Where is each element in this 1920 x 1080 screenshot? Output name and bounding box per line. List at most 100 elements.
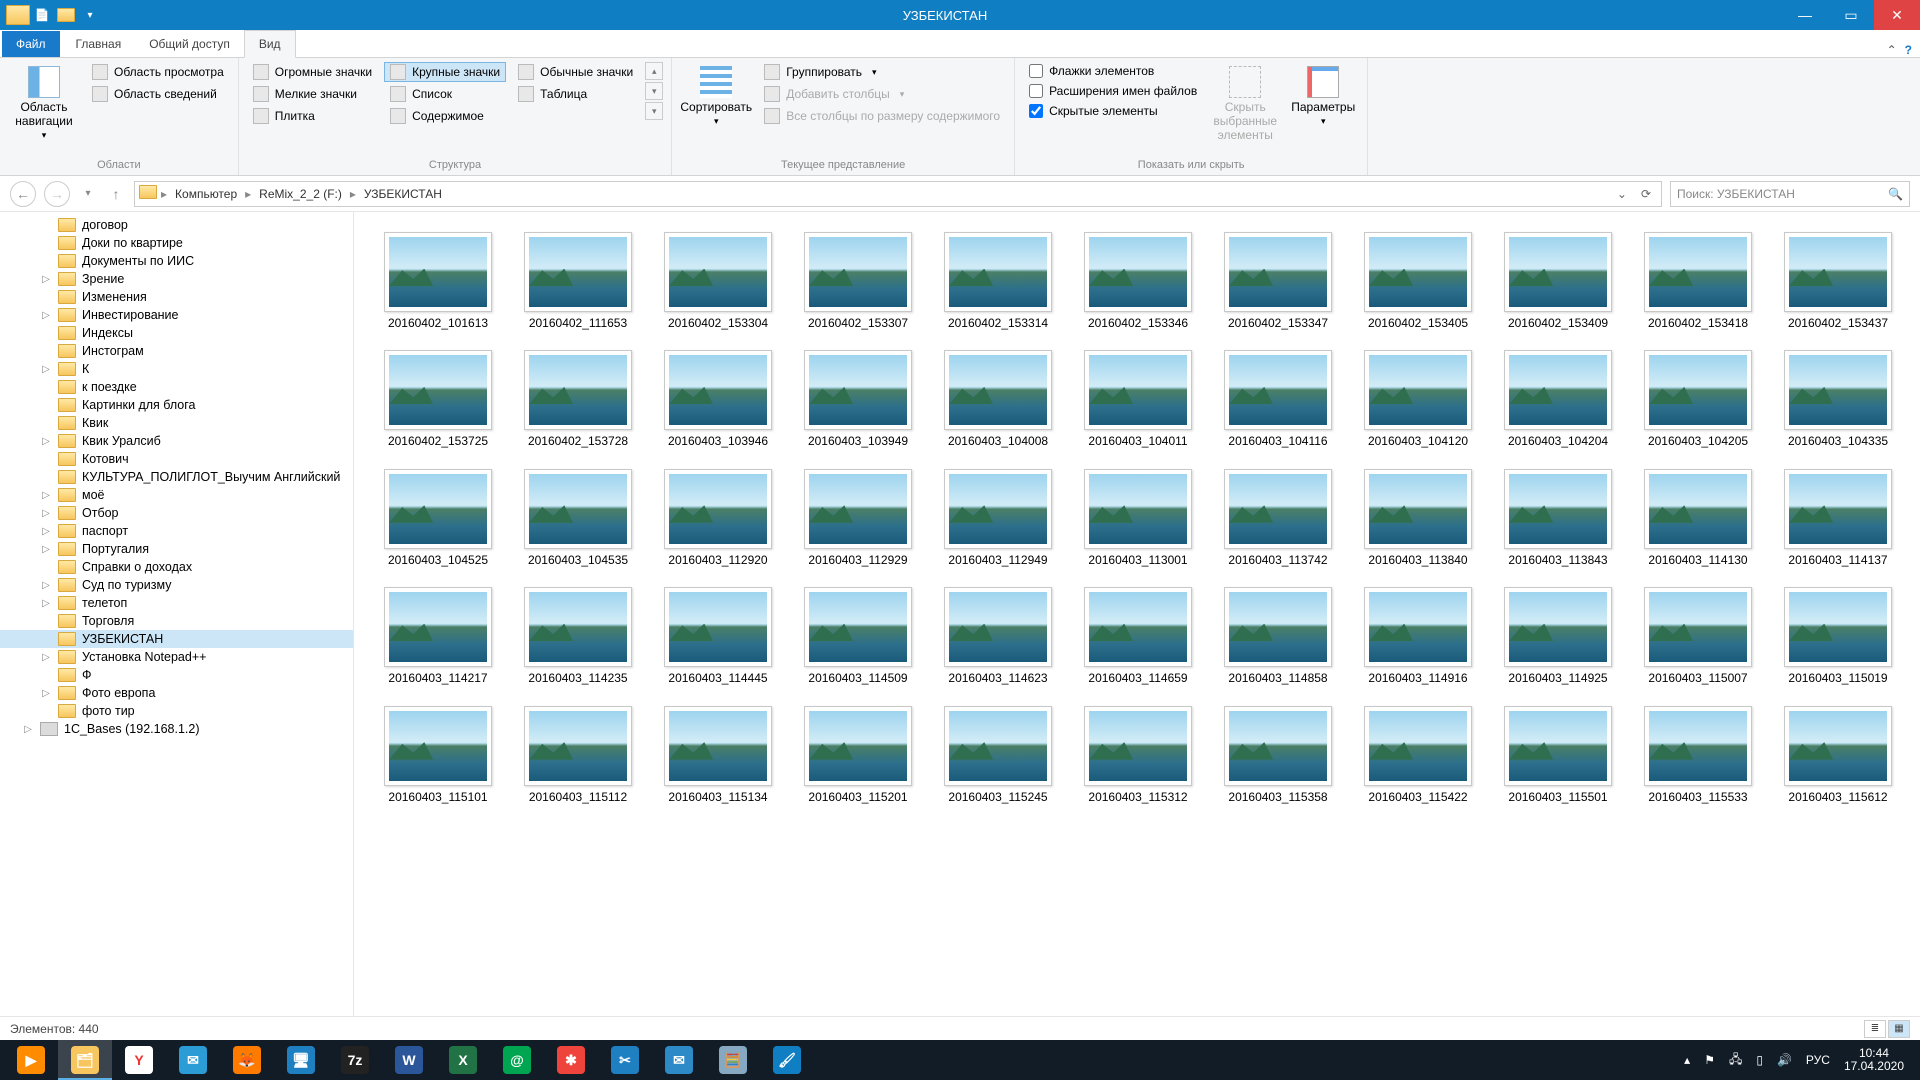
back-button[interactable]: ← — [10, 181, 36, 207]
details-pane-button[interactable]: Область сведений — [86, 84, 230, 104]
file-item[interactable]: 20160402_153314 — [930, 232, 1066, 330]
file-item[interactable]: 20160403_104205 — [1630, 350, 1766, 448]
tray-network-icon[interactable]: 🖧 — [1729, 1050, 1742, 1071]
taskbar-thunderbird[interactable]: ✉ — [652, 1040, 706, 1080]
file-item[interactable]: 20160402_111653 — [510, 232, 646, 330]
file-item[interactable]: 20160403_115112 — [510, 706, 646, 804]
tree-expander-icon[interactable]: ▷ — [40, 688, 52, 699]
address-bar[interactable]: ▸ Компьютер ▸ ReMix_2_2 (F:) ▸ УЗБЕКИСТА… — [134, 181, 1662, 207]
tree-expander-icon[interactable]: ▷ — [40, 436, 52, 447]
taskbar-snipping-tool[interactable]: ✂ — [598, 1040, 652, 1080]
tray-clock[interactable]: 10:44 17.04.2020 — [1844, 1047, 1904, 1073]
tree-item[interactable]: Инстограм — [0, 342, 353, 360]
content-pane[interactable]: 20160402_10161320160402_11165320160402_1… — [354, 212, 1920, 1016]
search-icon[interactable]: 🔍 — [1888, 187, 1903, 201]
sort-button[interactable]: Сортировать ▾ — [680, 62, 752, 131]
file-item[interactable]: 20160403_114509 — [790, 587, 926, 685]
tree-item[interactable]: к поездке — [0, 378, 353, 396]
tree-item[interactable]: ▷Фото европа — [0, 684, 353, 702]
file-item[interactable]: 20160402_153405 — [1350, 232, 1486, 330]
tree-item[interactable]: Ф — [0, 666, 353, 684]
crumb-sep-icon[interactable]: ▸ — [245, 187, 251, 201]
help-icon[interactable]: ? — [1905, 43, 1912, 57]
file-item[interactable]: 20160403_113742 — [1210, 469, 1346, 567]
tree-item[interactable]: Торговля — [0, 612, 353, 630]
file-item[interactable]: 20160402_153409 — [1490, 232, 1626, 330]
recent-locations-button[interactable]: ▾ — [78, 181, 98, 207]
file-item[interactable]: 20160403_115201 — [790, 706, 926, 804]
preview-pane-button[interactable]: Область просмотра — [86, 62, 230, 82]
file-item[interactable]: 20160403_114235 — [510, 587, 646, 685]
addcolumns-button[interactable]: Добавить столбцы▾ — [758, 84, 1006, 104]
file-item[interactable]: 20160403_114858 — [1210, 587, 1346, 685]
file-item[interactable]: 20160403_112920 — [650, 469, 786, 567]
file-item[interactable]: 20160402_153728 — [510, 350, 646, 448]
view-thumbnails-icon[interactable]: ▦ — [1888, 1020, 1910, 1038]
file-item[interactable]: 20160402_153346 — [1070, 232, 1206, 330]
file-item[interactable]: 20160403_115358 — [1210, 706, 1346, 804]
file-item[interactable]: 20160403_114445 — [650, 587, 786, 685]
tree-expander-icon[interactable]: ▷ — [22, 724, 34, 735]
tray-show-hidden-icon[interactable]: ▴ — [1684, 1053, 1690, 1067]
file-item[interactable]: 20160403_112929 — [790, 469, 926, 567]
layout-large-button[interactable]: Крупные значки — [384, 62, 506, 82]
tree-expander-icon[interactable]: ▷ — [40, 652, 52, 663]
layout-huge-button[interactable]: Огромные значки — [247, 62, 378, 82]
file-item[interactable]: 20160402_153725 — [370, 350, 506, 448]
file-item[interactable]: 20160403_115101 — [370, 706, 506, 804]
tree-expander-icon[interactable]: ▷ — [40, 274, 52, 285]
tree-item[interactable]: ▷Суд по туризму — [0, 576, 353, 594]
groupby-button[interactable]: Группировать▾ — [758, 62, 1006, 82]
file-item[interactable]: 20160403_114925 — [1490, 587, 1626, 685]
tree-item[interactable]: Индексы — [0, 324, 353, 342]
tree-expander-icon[interactable]: ▷ — [40, 508, 52, 519]
crumb-drive[interactable]: ReMix_2_2 (F:) — [255, 187, 346, 201]
tab-home[interactable]: Главная — [62, 31, 136, 57]
layout-gallery-scroll[interactable]: ▴▾▾ — [645, 62, 663, 120]
crumb-sep-icon[interactable]: ▸ — [350, 187, 356, 201]
file-item[interactable]: 20160403_115422 — [1350, 706, 1486, 804]
layout-normal-button[interactable]: Обычные значки — [512, 62, 639, 82]
tree-item[interactable]: ▷Отбор — [0, 504, 353, 522]
taskbar-at-app[interactable]: @ — [490, 1040, 544, 1080]
file-item[interactable]: 20160403_114916 — [1350, 587, 1486, 685]
taskbar-file-explorer[interactable]: 🗂 — [58, 1040, 112, 1080]
hidden-items-toggle[interactable]: Скрытые элементы — [1023, 102, 1203, 120]
layout-table-button[interactable]: Таблица — [512, 84, 639, 104]
taskbar-7zip[interactable]: 7z — [328, 1040, 382, 1080]
file-item[interactable]: 20160403_104535 — [510, 469, 646, 567]
taskbar-media-player[interactable]: ▶ — [4, 1040, 58, 1080]
tree-item[interactable]: ▷Зрение — [0, 270, 353, 288]
file-item[interactable]: 20160403_113001 — [1070, 469, 1206, 567]
file-item[interactable]: 20160403_114130 — [1630, 469, 1766, 567]
layout-content-button[interactable]: Содержимое — [384, 106, 506, 126]
file-item[interactable]: 20160402_153437 — [1770, 232, 1906, 330]
maximize-button[interactable]: ▭ — [1828, 0, 1874, 30]
crumb-sep-icon[interactable]: ▸ — [161, 187, 167, 201]
folder-tree[interactable]: договорДоки по квартиреДокументы по ИИС▷… — [0, 212, 354, 1016]
tree-item[interactable]: Документы по ИИС — [0, 252, 353, 270]
tree-item[interactable]: Справки о доходах — [0, 558, 353, 576]
crumb-computer[interactable]: Компьютер — [171, 187, 241, 201]
tree-item[interactable]: ▷телетоп — [0, 594, 353, 612]
tree-expander-icon[interactable]: ▷ — [40, 544, 52, 555]
tree-item[interactable]: ▷моё — [0, 486, 353, 504]
file-item[interactable]: 20160403_103946 — [650, 350, 786, 448]
file-item[interactable]: 20160402_153307 — [790, 232, 926, 330]
tree-item[interactable]: ▷Португалия — [0, 540, 353, 558]
qat-newfolder-icon[interactable] — [54, 3, 78, 27]
file-item[interactable]: 20160403_114623 — [930, 587, 1066, 685]
tree-expander-icon[interactable]: ▷ — [40, 364, 52, 375]
tray-volume-icon[interactable]: 🔊 — [1777, 1053, 1792, 1067]
qat-dropdown-icon[interactable]: ▾ — [78, 3, 102, 27]
tree-item[interactable]: Картинки для блога — [0, 396, 353, 414]
file-item[interactable]: 20160402_153418 — [1630, 232, 1766, 330]
file-item[interactable]: 20160403_115533 — [1630, 706, 1766, 804]
qat-properties-icon[interactable]: 📄 — [30, 3, 54, 27]
file-ext-checkbox[interactable] — [1029, 84, 1043, 98]
file-item[interactable]: 20160403_115612 — [1770, 706, 1906, 804]
minimize-button[interactable]: — — [1782, 0, 1828, 30]
file-item[interactable]: 20160403_103949 — [790, 350, 926, 448]
sizeall-button[interactable]: Все столбцы по размеру содержимого — [758, 106, 1006, 126]
file-ext-toggle[interactable]: Расширения имен файлов — [1023, 82, 1203, 100]
